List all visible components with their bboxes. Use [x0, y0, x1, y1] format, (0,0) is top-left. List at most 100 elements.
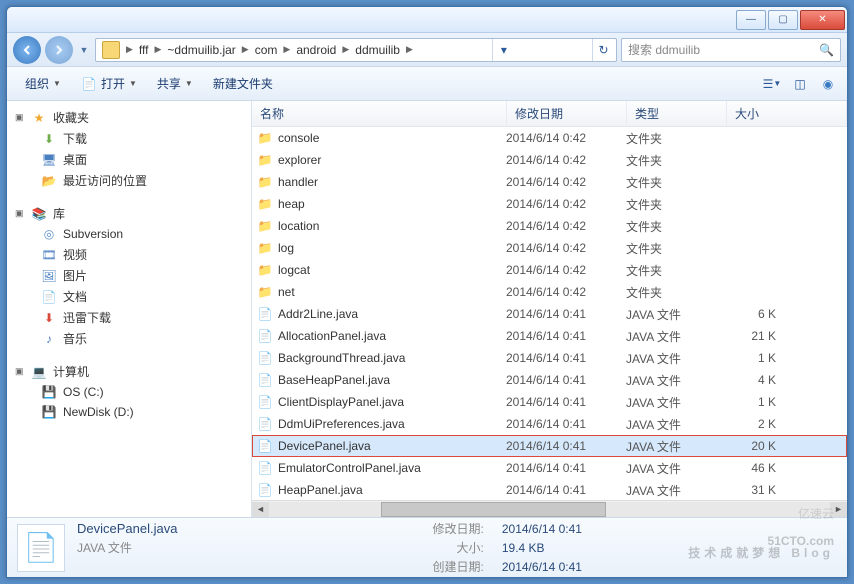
navigation-pane: ▣★收藏夹 ⬇下载 🖥桌面 📂最近访问的位置 ▣📚库 ◎Subversion 🎞…: [7, 101, 252, 517]
file-name: Addr2Line.java: [278, 307, 506, 321]
folder-icon: 📁: [256, 130, 274, 146]
breadcrumb-item[interactable]: android: [292, 43, 340, 57]
sidebar-item-downloads[interactable]: ⬇下载: [7, 128, 251, 149]
file-row[interactable]: 📁console2014/6/14 0:42文件夹: [252, 127, 847, 149]
file-type: JAVA 文件: [626, 482, 726, 499]
file-date: 2014/6/14 0:41: [506, 373, 626, 387]
file-date: 2014/6/14 0:42: [506, 131, 626, 145]
file-row[interactable]: 📁handler2014/6/14 0:42文件夹: [252, 171, 847, 193]
file-row[interactable]: 📁log2014/6/14 0:42文件夹: [252, 237, 847, 259]
file-date: 2014/6/14 0:41: [506, 329, 626, 343]
picture-icon: 🖼: [41, 268, 57, 284]
file-row[interactable]: 📁heap2014/6/14 0:42文件夹: [252, 193, 847, 215]
column-size[interactable]: 大小: [727, 101, 847, 126]
maximize-button[interactable]: ▢: [768, 10, 798, 30]
preview-pane-button[interactable]: ◫: [789, 73, 811, 95]
forward-button[interactable]: [45, 36, 73, 64]
favorites-header[interactable]: ▣★收藏夹: [7, 107, 251, 128]
sidebar-item-music[interactable]: ♪音乐: [7, 328, 251, 349]
new-folder-button[interactable]: 新建文件夹: [203, 71, 283, 96]
refresh-button[interactable]: ↻: [592, 39, 614, 61]
file-row[interactable]: 📁explorer2014/6/14 0:42文件夹: [252, 149, 847, 171]
thunder-icon: ⬇: [41, 310, 57, 326]
file-type: 文件夹: [626, 262, 726, 279]
file-type: 文件夹: [626, 130, 726, 147]
scroll-track[interactable]: [269, 502, 830, 517]
scroll-thumb[interactable]: [381, 502, 605, 517]
file-icon: 📄: [256, 482, 274, 498]
column-name[interactable]: 名称: [252, 101, 507, 126]
sidebar-item-videos[interactable]: 🎞视频: [7, 244, 251, 265]
search-placeholder: 搜索 ddmuilib: [628, 41, 700, 58]
file-row[interactable]: 📁location2014/6/14 0:42文件夹: [252, 215, 847, 237]
back-button[interactable]: [13, 36, 41, 64]
view-options-button[interactable]: ☰ ▼: [761, 73, 783, 95]
file-row[interactable]: 📄ClientDisplayPanel.java2014/6/14 0:41JA…: [252, 391, 847, 413]
scroll-right-button[interactable]: ►: [830, 502, 847, 517]
file-type: JAVA 文件: [626, 372, 726, 389]
explorer-window: — ▢ ✕ ▼ ▶ fff ▶ ~ddmuilib.jar ▶ com ▶ an…: [6, 6, 848, 578]
folder-icon: [102, 41, 120, 59]
column-date[interactable]: 修改日期: [507, 101, 627, 126]
sidebar-item-thunder[interactable]: ⬇迅雷下载: [7, 307, 251, 328]
sidebar-item-pictures[interactable]: 🖼图片: [7, 265, 251, 286]
chevron-right-icon: ▶: [124, 44, 135, 55]
arrow-right-icon: [53, 44, 65, 56]
file-type: 文件夹: [626, 196, 726, 213]
file-date: 2014/6/14 0:42: [506, 285, 626, 299]
file-list[interactable]: 📁console2014/6/14 0:42文件夹📁explorer2014/6…: [252, 127, 847, 500]
file-name: handler: [278, 175, 506, 189]
sidebar-item-desktop[interactable]: 🖥桌面: [7, 149, 251, 170]
file-row[interactable]: 📄DdmUiPreferences.java2014/6/14 0:41JAVA…: [252, 413, 847, 435]
breadcrumb-item[interactable]: ~ddmuilib.jar: [163, 43, 239, 57]
file-list-pane: 名称 修改日期 类型 大小 📁console2014/6/14 0:42文件夹📁…: [252, 101, 847, 517]
file-type: 文件夹: [626, 152, 726, 169]
address-dropdown[interactable]: ▾: [492, 39, 514, 61]
close-button[interactable]: ✕: [800, 10, 845, 30]
search-icon: 🔍: [819, 43, 834, 57]
file-row[interactable]: 📄DevicePanel.java2014/6/14 0:41JAVA 文件20…: [252, 435, 847, 457]
folder-icon: 📁: [256, 284, 274, 300]
titlebar: — ▢ ✕: [7, 7, 847, 33]
breadcrumb-item[interactable]: ddmuilib: [351, 43, 404, 57]
breadcrumb[interactable]: ▶ fff ▶ ~ddmuilib.jar ▶ com ▶ android ▶ …: [95, 38, 617, 62]
download-icon: ⬇: [41, 131, 57, 147]
share-button[interactable]: 共享 ▼: [147, 71, 203, 96]
scroll-left-button[interactable]: ◄: [252, 502, 269, 517]
file-row[interactable]: 📄EmulatorControlPanel.java2014/6/14 0:41…: [252, 457, 847, 479]
minimize-button[interactable]: —: [736, 10, 766, 30]
open-button[interactable]: 📄打开 ▼: [71, 71, 147, 96]
sidebar-item-recent[interactable]: 📂最近访问的位置: [7, 170, 251, 191]
file-size: 2 K: [726, 417, 776, 431]
organize-button[interactable]: 组织 ▼: [15, 71, 71, 96]
video-icon: 🎞: [41, 247, 57, 263]
sidebar-item-drive-d[interactable]: 💾NewDisk (D:): [7, 402, 251, 422]
file-row[interactable]: 📄HeapPanel.java2014/6/14 0:41JAVA 文件31 K: [252, 479, 847, 500]
file-type: 文件夹: [626, 174, 726, 191]
file-row[interactable]: 📄Addr2Line.java2014/6/14 0:41JAVA 文件6 K: [252, 303, 847, 325]
libraries-header[interactable]: ▣📚库: [7, 203, 251, 224]
sidebar-item-drive-c[interactable]: 💾OS (C:): [7, 382, 251, 402]
file-row[interactable]: 📁net2014/6/14 0:42文件夹: [252, 281, 847, 303]
computer-icon: 💻: [31, 364, 47, 380]
column-type[interactable]: 类型: [627, 101, 727, 126]
address-bar: ▼ ▶ fff ▶ ~ddmuilib.jar ▶ com ▶ android …: [7, 33, 847, 67]
history-dropdown[interactable]: ▼: [77, 37, 91, 63]
file-row[interactable]: 📄BackgroundThread.java2014/6/14 0:41JAVA…: [252, 347, 847, 369]
details-pane: 📄 DevicePanel.java 修改日期: 2014/6/14 0:41 …: [7, 517, 847, 577]
chevron-right-icon: ▶: [240, 44, 251, 55]
computer-header[interactable]: ▣💻计算机: [7, 361, 251, 382]
breadcrumb-item[interactable]: fff: [135, 43, 153, 57]
star-icon: ★: [31, 110, 47, 126]
file-name: heap: [278, 197, 506, 211]
breadcrumb-item[interactable]: com: [251, 43, 282, 57]
search-input[interactable]: 搜索 ddmuilib 🔍: [621, 38, 841, 62]
file-row[interactable]: 📁logcat2014/6/14 0:42文件夹: [252, 259, 847, 281]
horizontal-scrollbar[interactable]: ◄ ►: [252, 500, 847, 517]
help-button[interactable]: ◉: [817, 73, 839, 95]
file-row[interactable]: 📄BaseHeapPanel.java2014/6/14 0:41JAVA 文件…: [252, 369, 847, 391]
sidebar-item-documents[interactable]: 📄文档: [7, 286, 251, 307]
file-row[interactable]: 📄AllocationPanel.java2014/6/14 0:41JAVA …: [252, 325, 847, 347]
file-size: 31 K: [726, 483, 776, 497]
sidebar-item-subversion[interactable]: ◎Subversion: [7, 224, 251, 244]
